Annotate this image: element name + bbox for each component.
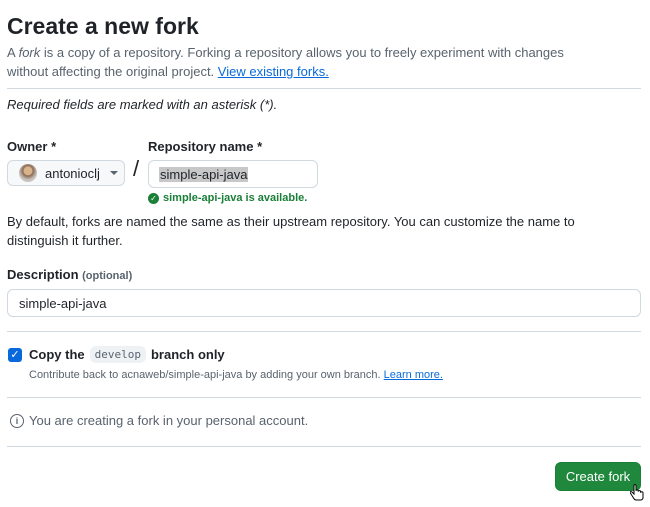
- divider: [7, 88, 641, 89]
- intro-text: A fork is a copy of a repository. Forkin…: [7, 43, 607, 81]
- fork-info-text: You are creating a fork in your personal…: [29, 413, 309, 428]
- repository-name-label: Repository name *: [148, 139, 263, 154]
- intro-fork-word: fork: [18, 45, 41, 60]
- info-icon: i: [10, 413, 24, 428]
- divider: [7, 397, 641, 398]
- default-name-note: By default, forks are named the same as …: [7, 214, 575, 248]
- copy-label-prefix: Copy the: [29, 347, 85, 362]
- availability-message: ✓ simple-api-java is available.: [148, 192, 307, 204]
- availability-text: simple-api-java is available.: [163, 192, 308, 204]
- create-fork-button[interactable]: Create fork: [555, 462, 641, 491]
- owner-value: antonioclj: [45, 165, 100, 181]
- learn-more-link[interactable]: Learn more.: [384, 369, 443, 381]
- required-note: Required fields are marked with an aster…: [7, 97, 278, 112]
- description-label-text: Description: [7, 267, 79, 282]
- owner-label: Owner *: [7, 139, 57, 154]
- branch-name-code: develop: [89, 346, 146, 363]
- check-circle-icon: ✓: [148, 192, 159, 204]
- intro-prefix: A: [7, 45, 19, 60]
- repository-name-value: simple-api-java: [159, 166, 249, 182]
- description-input[interactable]: simple-api-java: [7, 289, 641, 317]
- divider: [7, 331, 641, 332]
- owner-select[interactable]: antonioclj: [7, 160, 125, 186]
- copy-branch-checkbox[interactable]: ✓: [8, 348, 22, 362]
- copy-label-suffix: branch only: [150, 347, 225, 362]
- description-label: Description (optional): [7, 267, 132, 282]
- avatar: [19, 164, 37, 182]
- view-existing-forks-link[interactable]: View existing forks.: [218, 64, 329, 79]
- page-title: Create a new fork: [7, 13, 199, 39]
- repository-name-input[interactable]: simple-api-java: [148, 160, 318, 188]
- fork-info-message: i You are creating a fork in your person…: [10, 413, 308, 428]
- copy-branch-help: Contribute back to acnaweb/simple-api-ja…: [29, 369, 443, 381]
- hand-cursor-icon: [630, 484, 644, 501]
- optional-tag: (optional): [82, 270, 133, 282]
- chevron-down-icon: [109, 171, 118, 175]
- copy-branch-label[interactable]: Copy the develop branch only: [29, 346, 225, 363]
- copy-help-text: Contribute back to acnaweb/simple-api-ja…: [29, 369, 384, 381]
- owner-repo-separator: /: [133, 156, 140, 181]
- description-value: simple-api-java: [19, 295, 107, 311]
- divider: [7, 446, 641, 447]
